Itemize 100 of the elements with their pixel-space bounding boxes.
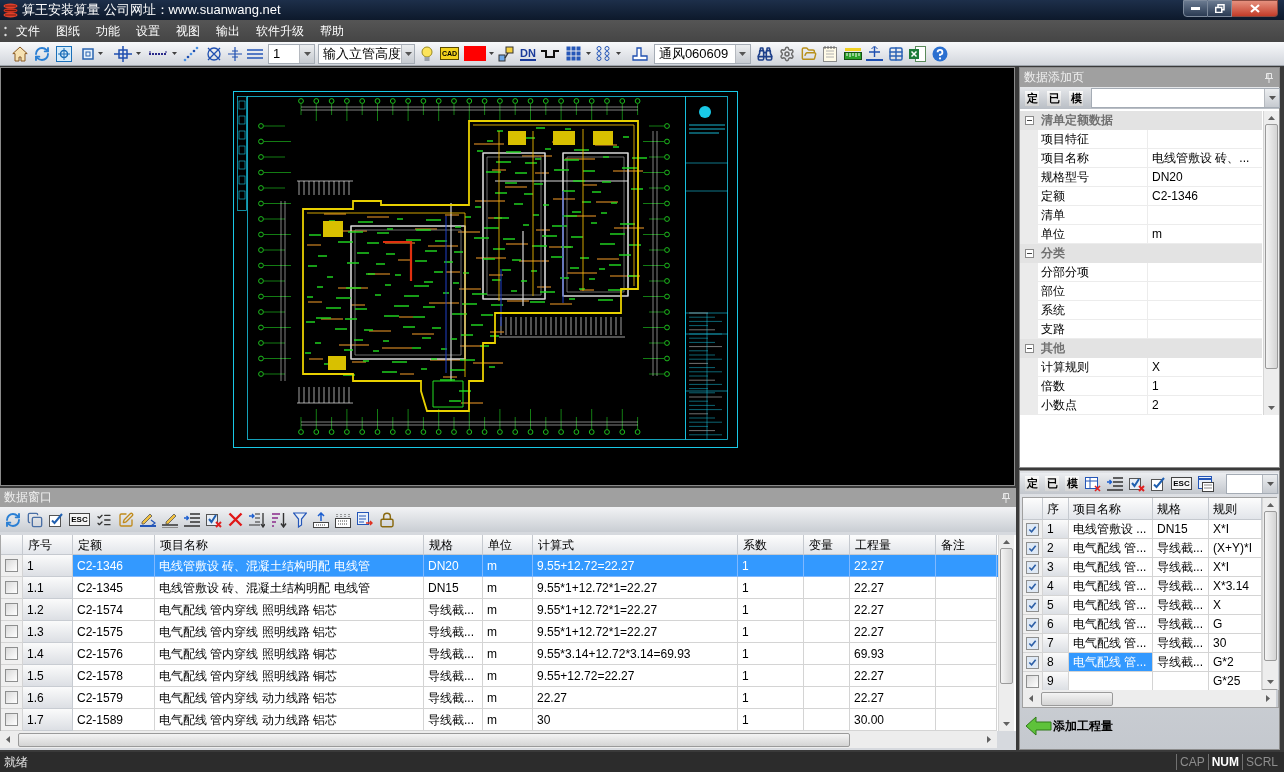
dropdown-field[interactable]: 通风060609 xyxy=(653,43,751,64)
scrollbar-thumb[interactable] xyxy=(1041,691,1113,706)
table-delete-icon[interactable] xyxy=(1085,475,1101,492)
row-checkbox[interactable] xyxy=(1026,636,1039,650)
edit-icon[interactable] xyxy=(118,511,134,528)
table-icon[interactable] xyxy=(887,45,904,62)
checkbox-delete-icon[interactable] xyxy=(1129,475,1145,492)
pen-lines-icon[interactable] xyxy=(140,511,156,528)
menu-item[interactable]: 功能 xyxy=(88,20,128,42)
home-icon[interactable] xyxy=(12,45,28,62)
menu-item[interactable]: 输出 xyxy=(208,20,248,42)
insert-row-icon[interactable] xyxy=(249,511,265,528)
row-checkbox[interactable] xyxy=(5,713,18,726)
caret-icon[interactable] xyxy=(585,52,591,55)
row-checkbox[interactable] xyxy=(1026,579,1039,593)
row-checkbox[interactable] xyxy=(5,581,18,594)
column-header[interactable]: 规格 xyxy=(1153,498,1209,520)
help-icon[interactable] xyxy=(931,45,948,62)
row-checkbox[interactable] xyxy=(1026,617,1039,631)
esc-button[interactable]: ESC xyxy=(1171,477,1192,490)
refresh-icon[interactable] xyxy=(34,45,50,62)
column-header[interactable]: 计算式 xyxy=(533,535,738,555)
checkbox-delete-icon[interactable] xyxy=(206,511,222,528)
pen-underline-icon[interactable] xyxy=(162,511,178,528)
caret-icon[interactable] xyxy=(739,51,747,56)
dashed-line-icon[interactable] xyxy=(149,50,167,57)
row-checkbox[interactable] xyxy=(1026,598,1039,612)
menu-item[interactable]: 视图 xyxy=(168,20,208,42)
minimize-button[interactable] xyxy=(1183,0,1208,17)
export-icon[interactable] xyxy=(357,511,373,528)
vertical-scrollbar[interactable] xyxy=(998,535,1014,731)
menu-item[interactable]: 软件升级 xyxy=(248,20,312,42)
row-checkbox[interactable] xyxy=(1026,522,1039,536)
row-checkbox[interactable] xyxy=(5,559,18,572)
table-row[interactable]: 1.5 C2-1578 电气配线 管内穿线 照明线路 铜芯 导线截... m 9.55+12.72=22.27 1 22.27 xyxy=(1,665,998,687)
dropdown-field[interactable] xyxy=(1091,88,1280,108)
column-header[interactable]: 工程量 xyxy=(850,535,936,555)
table-row[interactable]: 1.7 C2-1589 电气配线 管内穿线 动力线路 铝芯 导线截... m 30 1 30.00 xyxy=(1,709,998,731)
category-row[interactable]: 清单定额数据 xyxy=(1020,111,1262,130)
row-checkbox[interactable] xyxy=(1026,674,1039,688)
toolbar-button[interactable]: 定 xyxy=(1025,90,1039,106)
close-button[interactable] xyxy=(1232,0,1278,17)
vertical-scrollbar[interactable] xyxy=(1263,111,1279,415)
toolbar-button[interactable]: 定 xyxy=(1025,476,1039,491)
row-checkbox[interactable] xyxy=(1026,655,1039,669)
elevation-icon[interactable] xyxy=(631,45,648,62)
restore-button[interactable] xyxy=(1208,0,1232,17)
column-header[interactable]: 项目名称 xyxy=(155,535,424,555)
column-header[interactable]: 项目名称 xyxy=(1069,498,1153,520)
scrollbar-thumb[interactable] xyxy=(1264,511,1277,661)
column-header[interactable]: 序 xyxy=(1043,498,1069,520)
window-list-icon[interactable] xyxy=(1198,475,1214,492)
toolbar-button[interactable]: 模 xyxy=(1069,90,1083,106)
table-row[interactable]: 1.4 C2-1576 电气配线 管内穿线 照明线路 铜芯 导线截... m 9.55*3.14+12.72*3.14=69.93 1 69.93 xyxy=(1,643,998,665)
toolbar-button[interactable]: 已 xyxy=(1045,476,1059,491)
row-checkbox[interactable] xyxy=(5,669,18,682)
checkbox-icon[interactable] xyxy=(1151,476,1165,491)
collapse-icon[interactable] xyxy=(1025,344,1034,353)
dropdown-field[interactable] xyxy=(1226,473,1278,494)
arrow-left-icon[interactable] xyxy=(1026,716,1052,736)
vertical-scrollbar[interactable] xyxy=(1262,498,1278,689)
menu-item[interactable]: 图纸 xyxy=(48,20,88,42)
dropdown-field[interactable]: 输入立管高度 xyxy=(318,43,415,64)
scrollbar-thumb[interactable] xyxy=(1265,124,1278,369)
dn-button[interactable]: DN xyxy=(520,46,536,61)
restore-icon[interactable] xyxy=(1214,4,1225,13)
menu-item[interactable]: 设置 xyxy=(128,20,168,42)
scrollbar-thumb[interactable] xyxy=(1000,548,1013,684)
dropdown-button[interactable] xyxy=(401,44,414,63)
notepad-icon[interactable] xyxy=(822,45,837,62)
binoculars-icon[interactable] xyxy=(756,45,773,62)
property-value-field[interactable]: 2 xyxy=(1148,396,1262,415)
caret-icon[interactable] xyxy=(615,52,621,55)
row-checkbox[interactable] xyxy=(5,625,18,638)
category-row[interactable]: 其他 xyxy=(1020,339,1262,358)
column-header[interactable]: 规则 xyxy=(1209,498,1262,520)
filter-icon[interactable] xyxy=(293,511,307,528)
crosshair-arrow-icon[interactable] xyxy=(865,45,883,62)
arrow-down-icon[interactable] xyxy=(1268,406,1275,410)
dropdown-field[interactable]: 1 xyxy=(268,43,315,64)
row-checkbox[interactable] xyxy=(5,603,18,616)
sort-icon[interactable] xyxy=(271,511,287,528)
table-row[interactable]: 1.2 C2-1574 电气配线 管内穿线 照明线路 铝芯 导线截... m 9.55*1+12.72*1=22.27 1 22.27 xyxy=(1,599,998,621)
collapse-icon[interactable] xyxy=(1025,116,1034,125)
table-row[interactable]: 1.3 C2-1575 电气配线 管内穿线 照明线路 铝芯 导线截... m 9.55*1+12.72*1=22.27 1 22.27 xyxy=(1,621,998,643)
horizontal-scrollbar[interactable] xyxy=(0,731,997,748)
dropdown-button[interactable] xyxy=(734,44,750,63)
menu-item[interactable]: 帮助 xyxy=(312,20,352,42)
caret-icon[interactable] xyxy=(303,51,311,56)
indent-icon[interactable] xyxy=(1107,476,1123,491)
arrow-up-icon[interactable] xyxy=(1003,540,1010,544)
column-header[interactable]: 变量 xyxy=(804,535,850,555)
arrow-up-icon[interactable] xyxy=(1268,116,1275,120)
esc-button[interactable]: ESC xyxy=(69,513,90,526)
node-link-icon[interactable] xyxy=(498,45,515,62)
caret-icon[interactable] xyxy=(172,52,177,55)
category-row[interactable]: 分类 xyxy=(1020,244,1262,263)
square-icon[interactable] xyxy=(82,47,94,60)
column-header[interactable]: 系数 xyxy=(738,535,804,555)
row-checkbox[interactable] xyxy=(1026,560,1039,574)
